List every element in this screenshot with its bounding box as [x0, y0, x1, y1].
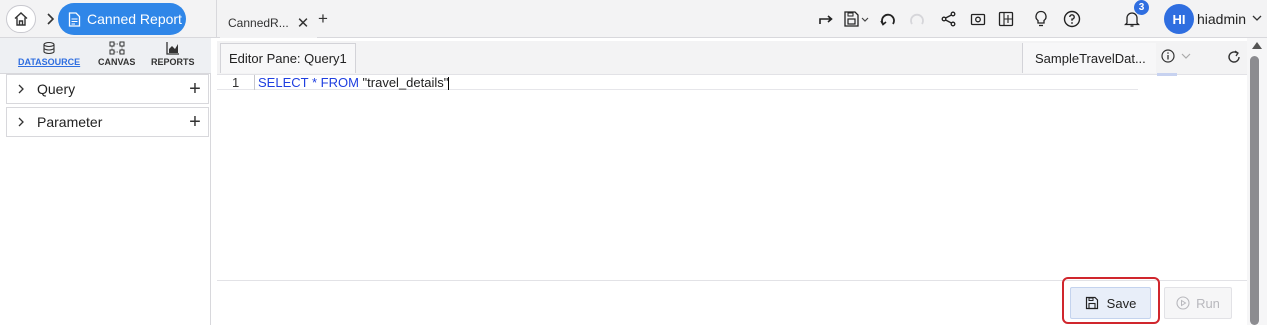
tab-label: CannedR... — [228, 16, 289, 30]
save-button[interactable]: Save — [1070, 287, 1151, 319]
breadcrumb-current-label: Canned Report — [87, 11, 182, 27]
tab-canvas[interactable]: CANVAS — [98, 41, 135, 67]
left-panel: DATASOURCE CANVAS REPORTS Query + Parame… — [0, 38, 211, 325]
play-icon — [1176, 296, 1190, 310]
editor-header: Editor Pane: Query1 SampleTravelDat... — [217, 41, 1247, 75]
code-editor[interactable]: 1 SELECT * FROM "travel_details" — [217, 75, 1138, 91]
notification-badge: 3 — [1134, 0, 1149, 15]
tab-reports-label: REPORTS — [151, 57, 195, 67]
tree-item-query[interactable]: Query + — [6, 74, 209, 104]
sql-table-name: "travel_details" — [358, 75, 449, 90]
tabstrip-divider — [216, 0, 217, 38]
lightbulb-icon[interactable] — [1030, 8, 1052, 30]
report-doc-icon — [68, 11, 81, 27]
tab-close-icon[interactable]: ✕ — [297, 14, 310, 32]
tree-item-label: Query — [37, 81, 76, 97]
text-cursor — [448, 77, 450, 91]
redo-icon[interactable] — [906, 8, 928, 30]
datasource-info[interactable] — [1161, 49, 1191, 63]
run-button[interactable]: Run — [1164, 287, 1232, 319]
add-query-button[interactable]: + — [182, 78, 208, 101]
avatar[interactable]: HI — [1164, 4, 1194, 34]
add-parameter-button[interactable]: + — [182, 111, 208, 134]
save-icon — [1085, 296, 1098, 310]
editor-body[interactable] — [217, 90, 1247, 280]
breadcrumb-current[interactable]: Canned Report — [58, 3, 186, 35]
redo-arrow-icon[interactable] — [815, 8, 837, 30]
tree-item-parameter[interactable]: Parameter + — [6, 107, 209, 137]
save-dropdown-icon[interactable] — [842, 8, 872, 30]
info-icon — [1161, 49, 1175, 63]
top-bar: Canned Report CannedR... ✕ + 3 HI hiadmi… — [0, 0, 1267, 38]
help-icon[interactable] — [1061, 8, 1083, 30]
database-icon — [43, 41, 55, 55]
tab-canvas-label: CANVAS — [98, 57, 136, 67]
scroll-up-arrow-icon[interactable] — [1252, 42, 1262, 49]
vertical-scrollbar[interactable] — [1247, 38, 1267, 325]
layout-icon[interactable] — [995, 8, 1017, 30]
home-icon — [14, 12, 28, 26]
tab-canned-report[interactable]: CannedR... ✕ — [220, 8, 318, 38]
scroll-thumb[interactable] — [1250, 56, 1259, 325]
left-panel-tabs: DATASOURCE CANVAS REPORTS — [0, 38, 211, 74]
home-button[interactable] — [6, 5, 36, 33]
undo-icon[interactable] — [877, 8, 899, 30]
chevron-down-icon — [1181, 53, 1191, 59]
canvas-icon — [109, 41, 125, 55]
minimap-marker — [1157, 73, 1177, 76]
reports-chart-icon — [166, 42, 179, 55]
share-icon[interactable] — [938, 8, 960, 30]
save-button-label: Save — [1106, 295, 1137, 311]
line-number: 1 — [232, 75, 240, 90]
tab-datasource[interactable]: DATASOURCE — [18, 41, 80, 67]
user-menu-chevron-icon[interactable] — [1252, 10, 1264, 26]
add-tab-button[interactable]: + — [318, 9, 328, 29]
sql-keyword: SELECT — [258, 75, 309, 90]
refresh-icon[interactable] — [1226, 49, 1242, 65]
run-button-label: Run — [1196, 295, 1220, 311]
sql-keyword: FROM — [320, 75, 359, 90]
code-line[interactable]: SELECT * FROM "travel_details" — [254, 75, 450, 91]
screenshot-icon[interactable] — [967, 8, 989, 30]
editor-pane-title: Editor Pane: Query1 — [220, 43, 356, 73]
expand-chevron-icon[interactable] — [7, 83, 27, 95]
tab-datasource-label: DATASOURCE — [18, 57, 81, 67]
tab-reports[interactable]: REPORTS — [151, 41, 195, 67]
editor-footer: Save Run — [217, 277, 1247, 325]
tree-item-label: Parameter — [37, 114, 103, 130]
sql-star: * — [308, 75, 321, 90]
user-name[interactable]: hiadmin — [1197, 11, 1246, 27]
expand-chevron-icon[interactable] — [7, 116, 27, 128]
datasource-select[interactable]: SampleTravelDat... — [1022, 43, 1156, 73]
